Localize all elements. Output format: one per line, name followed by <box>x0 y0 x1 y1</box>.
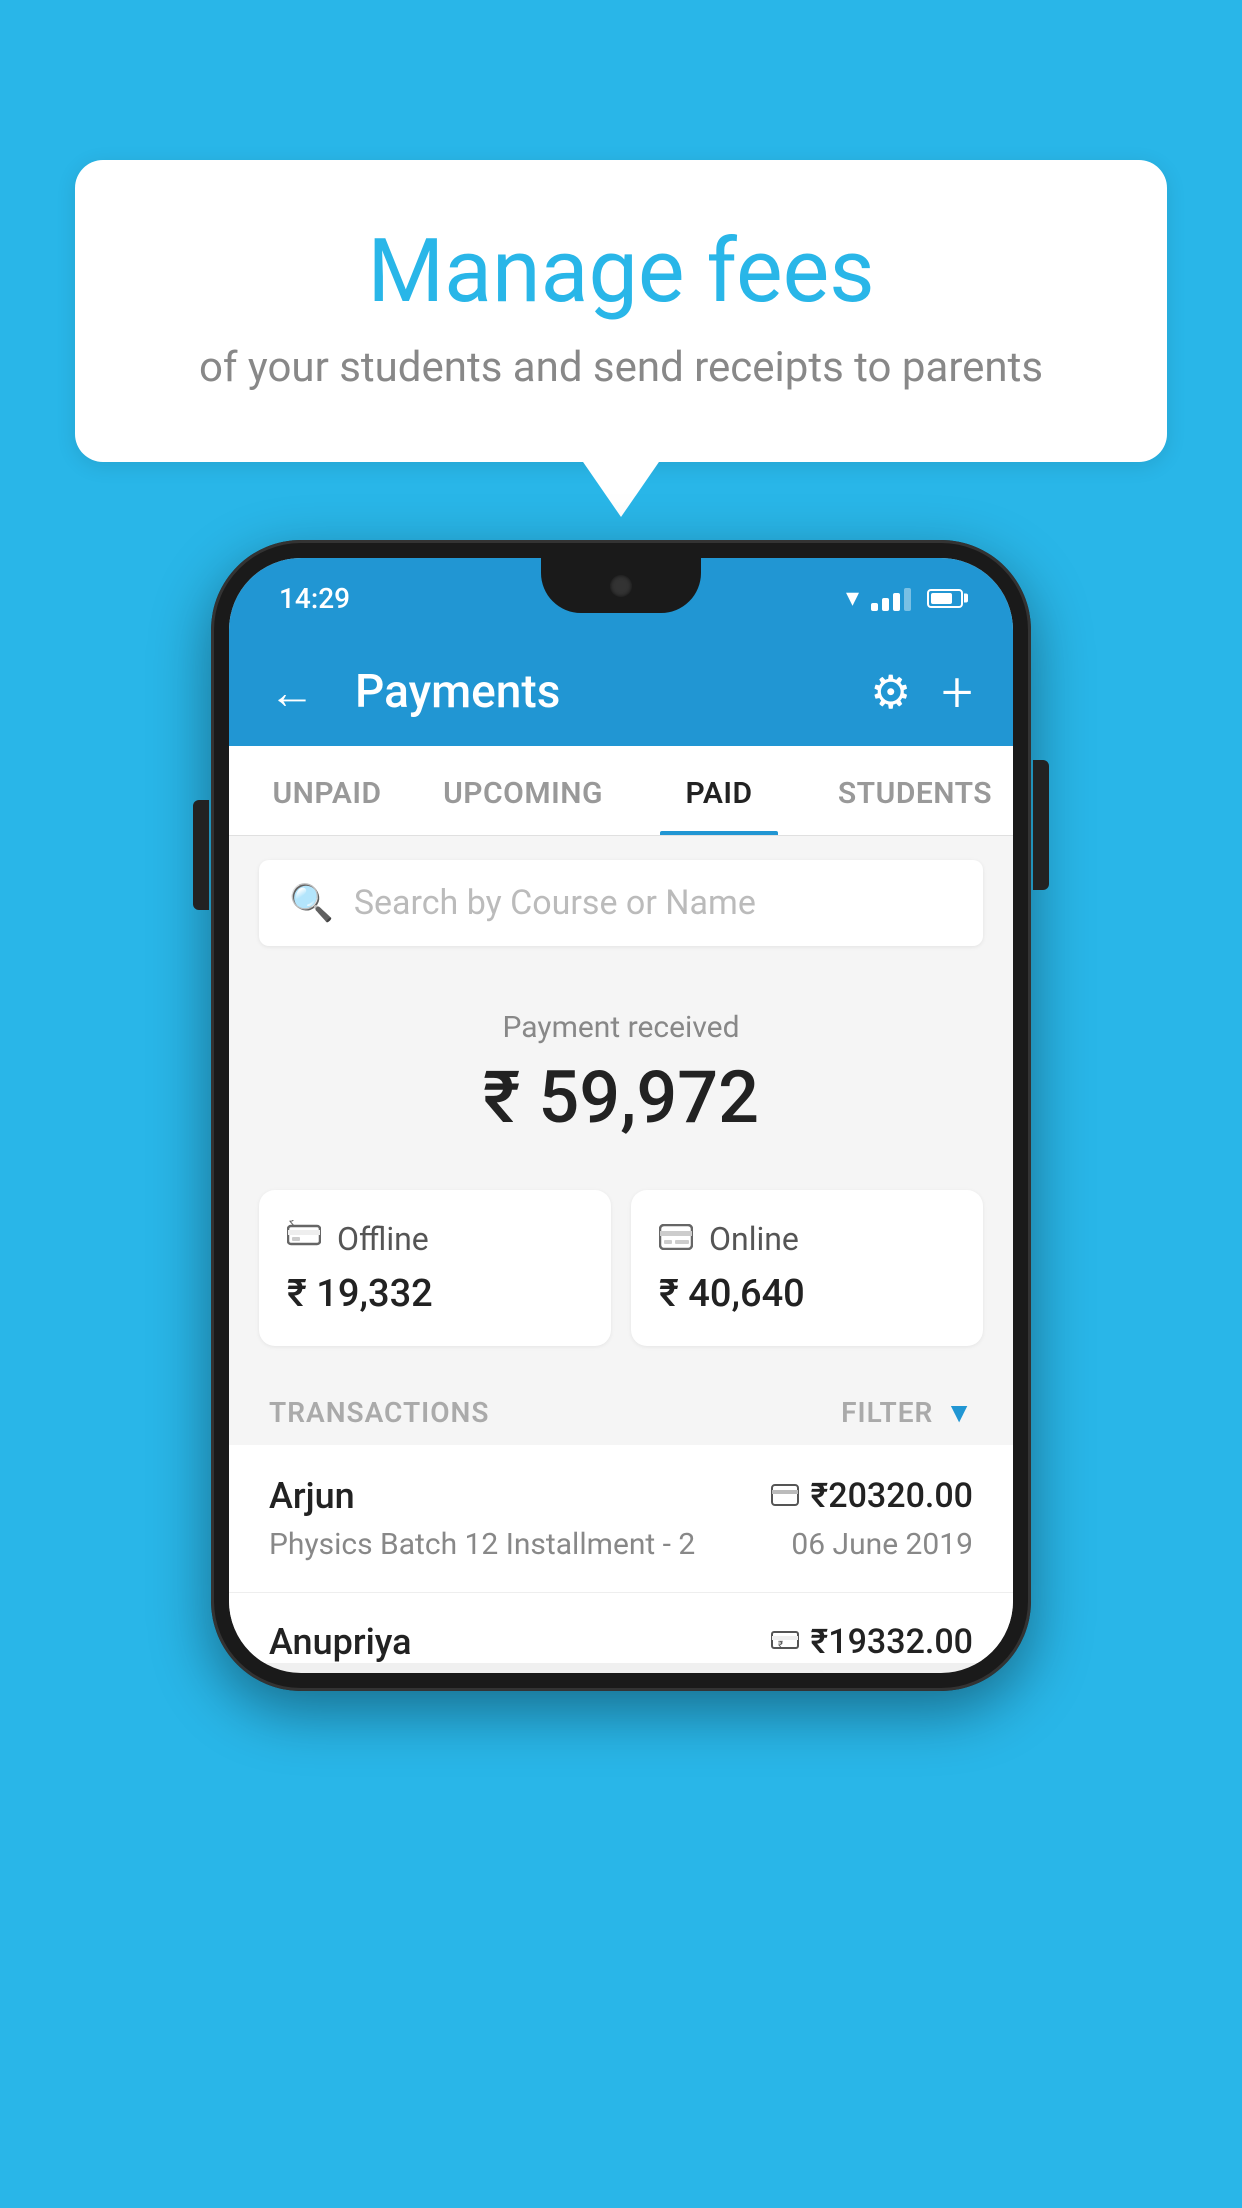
search-input[interactable]: Search by Course or Name <box>354 883 756 923</box>
online-payment-card: Online ₹ 40,640 <box>631 1190 983 1346</box>
back-button[interactable]: ← <box>269 665 315 720</box>
settings-button[interactable]: ⚙ <box>870 665 911 720</box>
signal-bar-3 <box>893 593 900 611</box>
svg-text:₹: ₹ <box>289 1220 295 1228</box>
txn-amount-anupriya: ₹19332.00 <box>811 1622 973 1662</box>
phone-screen: 14:29 ▾ <box>229 558 1013 1673</box>
notch <box>541 558 701 613</box>
online-label: Online <box>709 1220 799 1258</box>
status-bar: 14:29 ▾ <box>229 558 1013 638</box>
search-container: 🔍 Search by Course or Name <box>229 836 1013 970</box>
tabs-bar: UNPAID UPCOMING PAID STUDENTS <box>229 746 1013 836</box>
transaction-arjun[interactable]: Arjun ₹20320.00 Physics Batch 12 Install… <box>229 1445 1013 1593</box>
transactions-header: TRANSACTIONS FILTER ▼ <box>229 1376 1013 1445</box>
txn-cash-icon-anupriya: ₹ <box>771 1625 799 1660</box>
transaction-anupriya[interactable]: Anupriya ₹ ₹19332.00 <box>229 1593 1013 1663</box>
status-icons: ▾ <box>846 583 963 613</box>
bubble-title: Manage fees <box>155 220 1087 323</box>
txn-amount-arjun-container: ₹20320.00 <box>771 1476 973 1516</box>
signal-bar-4 <box>904 588 911 611</box>
battery-icon <box>927 589 963 608</box>
offline-payment-card: ₹ Offline ₹ 19,332 <box>259 1190 611 1346</box>
phone-frame: 14:29 ▾ <box>211 540 1031 1691</box>
txn-amount-arjun: ₹20320.00 <box>811 1476 973 1516</box>
payment-cards-container: ₹ Offline ₹ 19,332 <box>229 1170 1013 1376</box>
payment-received-label: Payment received <box>259 1010 983 1045</box>
signal-bar-1 <box>871 603 878 611</box>
toolbar-title: Payments <box>355 665 840 719</box>
offline-icon: ₹ <box>287 1220 321 1258</box>
txn-card-icon-arjun <box>771 1479 799 1514</box>
payment-received-section: Payment received ₹ 59,972 <box>229 970 1013 1170</box>
bubble-subtitle: of your students and send receipts to pa… <box>155 343 1087 392</box>
txn-course-arjun: Physics Batch 12 Installment - 2 <box>269 1527 695 1562</box>
tab-students[interactable]: STUDENTS <box>817 746 1013 835</box>
app-toolbar: ← Payments ⚙ + <box>229 638 1013 746</box>
speech-bubble: Manage fees of your students and send re… <box>75 160 1167 462</box>
txn-amount-anupriya-container: ₹ ₹19332.00 <box>771 1622 973 1662</box>
status-time: 14:29 <box>279 582 350 615</box>
search-box[interactable]: 🔍 Search by Course or Name <box>259 860 983 946</box>
signal-bar-2 <box>882 598 889 611</box>
tab-upcoming[interactable]: UPCOMING <box>425 746 621 835</box>
filter-button[interactable]: FILTER ▼ <box>841 1396 973 1429</box>
signal-bars <box>871 585 911 611</box>
txn-name-arjun: Arjun <box>269 1475 355 1517</box>
search-icon: 🔍 <box>289 882 334 924</box>
online-amount: ₹ 40,640 <box>659 1272 955 1316</box>
battery-fill <box>931 593 952 604</box>
svg-text:₹: ₹ <box>778 1640 783 1651</box>
transactions-label: TRANSACTIONS <box>269 1396 489 1429</box>
add-button[interactable]: + <box>941 659 973 725</box>
filter-icon: ▼ <box>945 1396 973 1429</box>
speech-bubble-container: Manage fees of your students and send re… <box>75 160 1167 462</box>
phone-outer: 14:29 ▾ <box>211 540 1031 1691</box>
txn-name-anupriya: Anupriya <box>269 1621 412 1663</box>
offline-amount: ₹ 19,332 <box>287 1272 583 1316</box>
offline-label: Offline <box>337 1220 429 1258</box>
camera-dot <box>610 575 632 597</box>
payment-received-amount: ₹ 59,972 <box>259 1055 983 1140</box>
online-icon <box>659 1220 693 1258</box>
wifi-icon: ▾ <box>846 583 859 613</box>
txn-date-arjun: 06 June 2019 <box>791 1527 973 1562</box>
filter-label: FILTER <box>841 1396 933 1429</box>
tab-unpaid[interactable]: UNPAID <box>229 746 425 835</box>
tab-paid[interactable]: PAID <box>621 746 817 835</box>
